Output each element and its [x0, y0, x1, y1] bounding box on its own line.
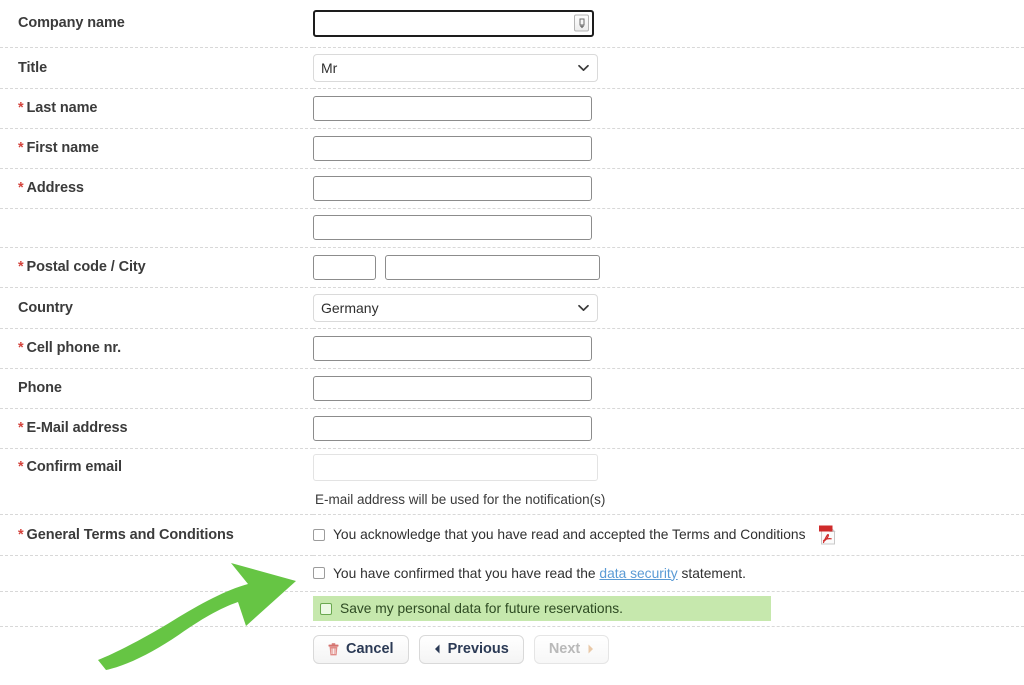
label-cell-phone: * Cell phone nr.: [0, 328, 313, 368]
chevron-right-icon: [587, 644, 594, 654]
form-row-company-name: Company name: [0, 0, 1024, 47]
field-label-text: Cell phone nr.: [26, 340, 122, 356]
form-row-address-line2: [0, 208, 1024, 247]
field-label-text: E-Mail address: [26, 420, 128, 436]
country-select-wrap: Germany: [313, 293, 598, 322]
form-row-save-personal-data: Save my personal data for future reserva…: [0, 591, 1024, 626]
pdf-icon[interactable]: [818, 524, 836, 545]
registration-form: Company name Title Mr * Last name * Firs…: [0, 0, 1024, 670]
last-name-input[interactable]: [313, 95, 592, 121]
data-security-checkbox[interactable]: [313, 567, 325, 579]
city-input[interactable]: [385, 254, 601, 280]
form-row-cell-phone: * Cell phone nr.: [0, 328, 1024, 368]
form-row-buttons: Cancel Previous Next: [0, 626, 1024, 670]
form-row-first-name: * First name: [0, 128, 1024, 168]
form-row-country: Country Germany: [0, 287, 1024, 328]
form-row-address: * Address: [0, 168, 1024, 208]
title-select-wrap: Mr: [313, 53, 598, 82]
data-security-text-before: You have confirmed that you have read th…: [333, 565, 600, 581]
required-asterisk: *: [18, 340, 24, 356]
label-company-name: Company name: [0, 0, 313, 47]
address-line1-input[interactable]: [313, 175, 592, 201]
form-row-phone: Phone: [0, 368, 1024, 408]
form-row-email-hint: E-mail address will be used for the noti…: [0, 486, 1024, 514]
label-email: * E-Mail address: [0, 408, 313, 448]
data-security-text-after: statement.: [677, 565, 746, 581]
country-select[interactable]: Germany: [313, 293, 598, 322]
label-first-name: * First name: [0, 128, 313, 168]
next-button-label: Next: [548, 641, 581, 658]
required-asterisk: *: [18, 259, 24, 275]
address-line2-input[interactable]: [313, 215, 592, 240]
first-name-input[interactable]: [313, 135, 592, 161]
label-confirm-email: * Confirm email: [0, 448, 313, 486]
required-asterisk: *: [18, 459, 24, 476]
form-row-data-security: You have confirmed that you have read th…: [0, 555, 1024, 591]
email-hint-text: E-mail address will be used for the noti…: [315, 492, 606, 508]
confirm-email-input[interactable]: [313, 453, 598, 481]
field-label-text: Country: [18, 299, 73, 316]
label-postal-city: * Postal code / City: [0, 247, 313, 287]
label-last-name: * Last name: [0, 88, 313, 128]
email-input[interactable]: [313, 415, 592, 441]
terms-checkbox-line: You acknowledge that you have read and a…: [313, 524, 1024, 545]
field-label-text: Last name: [26, 100, 98, 116]
trash-icon: [328, 642, 339, 656]
data-security-label: You have confirmed that you have read th…: [333, 566, 746, 581]
form-row-postal-city: * Postal code / City: [0, 247, 1024, 287]
title-select[interactable]: Mr: [313, 53, 598, 82]
field-label-text: Address: [26, 180, 84, 196]
label-country: Country: [0, 287, 313, 328]
required-asterisk: *: [18, 420, 24, 436]
previous-button[interactable]: Previous: [418, 634, 524, 664]
form-row-terms: * General Terms and Conditions You acknow…: [0, 514, 1024, 555]
button-bar: Cancel Previous Next: [313, 633, 1024, 664]
required-asterisk: *: [18, 180, 24, 196]
cell-phone-input[interactable]: [313, 335, 592, 361]
postal-code-input[interactable]: [313, 254, 376, 280]
save-personal-data-label: Save my personal data for future reserva…: [340, 601, 623, 616]
field-label-text: First name: [26, 140, 99, 156]
chevron-left-icon: [434, 644, 441, 654]
form-row-confirm-email: * Confirm email: [0, 448, 1024, 486]
label-terms: * General Terms and Conditions: [0, 514, 313, 555]
required-asterisk: *: [18, 140, 24, 156]
cancel-button[interactable]: Cancel: [313, 634, 409, 664]
field-label-text: Phone: [18, 380, 62, 396]
field-label-text: General Terms and Conditions: [26, 526, 234, 543]
field-label-text: Confirm email: [26, 459, 122, 476]
phone-input[interactable]: [313, 375, 592, 401]
terms-checkbox-label: You acknowledge that you have read and a…: [333, 527, 806, 542]
save-personal-data-highlight: Save my personal data for future reserva…: [313, 596, 771, 621]
form-row-title: Title Mr: [0, 47, 1024, 88]
terms-checkbox[interactable]: [313, 528, 325, 541]
label-phone: Phone: [0, 368, 313, 408]
field-label-text: Postal code / City: [26, 259, 146, 275]
company-name-field-wrap: [313, 9, 594, 37]
required-asterisk: *: [18, 100, 24, 116]
cancel-button-label: Cancel: [346, 641, 394, 658]
required-asterisk: *: [18, 526, 24, 543]
label-address: * Address: [0, 168, 313, 208]
data-security-link[interactable]: data security: [599, 566, 677, 581]
field-label-text: Title: [18, 59, 48, 76]
next-button[interactable]: Next: [533, 634, 610, 664]
company-name-input[interactable]: [313, 9, 594, 37]
label-title: Title: [0, 47, 313, 88]
form-row-email: * E-Mail address: [0, 408, 1024, 448]
autofill-icon[interactable]: [574, 14, 589, 32]
data-security-checkbox-line: You have confirmed that you have read th…: [313, 566, 1024, 581]
field-label-text: Company name: [18, 15, 125, 32]
save-personal-data-checkbox[interactable]: [320, 602, 332, 615]
form-row-last-name: * Last name: [0, 88, 1024, 128]
label-address-line2: [0, 208, 313, 247]
previous-button-label: Previous: [447, 641, 509, 658]
